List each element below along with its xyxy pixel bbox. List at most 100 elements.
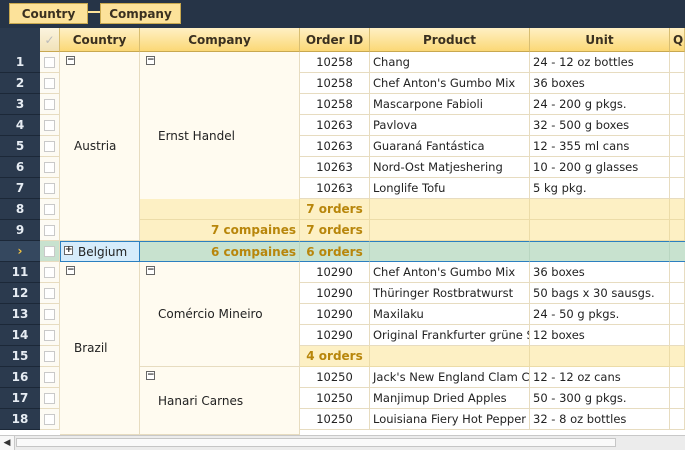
order-id-cell[interactable]: 10258 [300, 52, 370, 73]
row-number[interactable]: 17 [0, 388, 40, 409]
row-checkbox[interactable] [40, 262, 60, 283]
expand-icon[interactable]: + [64, 246, 73, 255]
product-cell[interactable]: Louisiana Fiery Hot Pepper Sauce [370, 409, 530, 430]
product-cell[interactable]: Guaraná Fantástica [370, 136, 530, 157]
collapse-icon[interactable]: − [146, 266, 155, 275]
unit-cell[interactable]: 12 - 355 ml cans [530, 136, 670, 157]
row-checkbox[interactable] [40, 220, 60, 241]
scrollbar-thumb[interactable] [16, 438, 616, 447]
product-cell[interactable]: Chef Anton's Gumbo Mix [370, 262, 530, 283]
quantity-cell[interactable] [670, 367, 685, 388]
quantity-cell[interactable] [670, 136, 685, 157]
order-id-cell[interactable]: 10250 [300, 388, 370, 409]
row-number[interactable]: 6 [0, 157, 40, 178]
order-id-cell[interactable]: 10250 [300, 367, 370, 388]
product-cell[interactable]: Thüringer Rostbratwurst [370, 283, 530, 304]
unit-cell[interactable]: 50 - 300 g pkgs. [530, 388, 670, 409]
row-checkbox[interactable] [40, 283, 60, 304]
row-checkbox[interactable] [40, 199, 60, 220]
quantity-cell[interactable] [670, 157, 685, 178]
group-chip-company[interactable]: Company [100, 3, 181, 24]
unit-cell[interactable]: 50 bags x 30 sausgs. [530, 283, 670, 304]
row-checkbox[interactable] [40, 157, 60, 178]
order-id-cell[interactable]: 10263 [300, 115, 370, 136]
row-checkbox[interactable] [40, 409, 60, 430]
row-checkbox[interactable] [40, 73, 60, 94]
product-cell[interactable]: Chef Anton's Gumbo Mix [370, 73, 530, 94]
unit-cell[interactable]: 32 - 8 oz bottles [530, 409, 670, 430]
row-number[interactable]: 9 [0, 220, 40, 241]
horizontal-scrollbar[interactable]: ◀ [0, 435, 685, 450]
row-checkbox[interactable] [40, 367, 60, 388]
order-id-cell[interactable]: 10290 [300, 304, 370, 325]
row-number[interactable]: 1 [0, 52, 40, 73]
order-id-cell[interactable]: 10263 [300, 157, 370, 178]
order-id-cell[interactable]: 10263 [300, 136, 370, 157]
row-number[interactable]: 16 [0, 367, 40, 388]
selected-row-cell[interactable] [370, 241, 530, 262]
column-header-quantity[interactable]: Q [670, 28, 685, 52]
row-number[interactable]: 5 [0, 136, 40, 157]
collapse-icon[interactable]: − [146, 56, 155, 65]
unit-cell[interactable]: 12 - 12 oz cans [530, 367, 670, 388]
check-header-icon[interactable]: ✓ [40, 28, 60, 52]
row-number[interactable]: 13 [0, 304, 40, 325]
row-checkbox[interactable] [40, 241, 60, 262]
product-cell[interactable]: Pavlova [370, 115, 530, 136]
selected-row-cell[interactable] [530, 241, 670, 262]
product-cell[interactable]: Mascarpone Fabioli [370, 94, 530, 115]
row-checkbox[interactable] [40, 136, 60, 157]
quantity-cell[interactable] [670, 178, 685, 199]
order-id-cell[interactable]: 10290 [300, 262, 370, 283]
quantity-cell[interactable] [670, 52, 685, 73]
unit-cell[interactable]: 24 - 200 g pkgs. [530, 94, 670, 115]
order-id-cell[interactable]: 10290 [300, 325, 370, 346]
row-number[interactable]: 12 [0, 283, 40, 304]
unit-cell[interactable]: 36 boxes [530, 262, 670, 283]
quantity-cell[interactable] [670, 325, 685, 346]
unit-cell[interactable]: 5 kg pkg. [530, 178, 670, 199]
row-checkbox[interactable] [40, 304, 60, 325]
row-indicator-icon[interactable]: › [0, 241, 40, 262]
quantity-cell[interactable] [670, 409, 685, 430]
row-number[interactable]: 7 [0, 178, 40, 199]
row-checkbox[interactable] [40, 325, 60, 346]
column-header-country[interactable]: Country [60, 28, 140, 52]
row-number[interactable]: 14 [0, 325, 40, 346]
row-number[interactable]: 4 [0, 115, 40, 136]
row-checkbox[interactable] [40, 115, 60, 136]
scroll-left-icon[interactable]: ◀ [0, 436, 15, 450]
order-id-cell[interactable]: 10263 [300, 178, 370, 199]
unit-cell[interactable]: 12 boxes [530, 325, 670, 346]
row-number[interactable]: 8 [0, 199, 40, 220]
order-id-cell[interactable]: 10258 [300, 94, 370, 115]
row-number[interactable]: 15 [0, 346, 40, 367]
collapse-icon[interactable]: − [66, 56, 75, 65]
product-cell[interactable]: Jack's New England Clam Chowder [370, 367, 530, 388]
unit-cell[interactable]: 32 - 500 g boxes [530, 115, 670, 136]
row-checkbox[interactable] [40, 346, 60, 367]
quantity-cell[interactable] [670, 283, 685, 304]
column-header-company[interactable]: Company [140, 28, 300, 52]
row-number[interactable]: 3 [0, 94, 40, 115]
product-cell[interactable]: Longlife Tofu [370, 178, 530, 199]
column-header-unit[interactable]: Unit [530, 28, 670, 52]
product-cell[interactable]: Maxilaku [370, 304, 530, 325]
quantity-cell[interactable] [670, 115, 685, 136]
row-number[interactable]: 2 [0, 73, 40, 94]
order-id-cell[interactable]: 10250 [300, 409, 370, 430]
unit-cell[interactable]: 24 - 50 g pkgs. [530, 304, 670, 325]
product-cell[interactable]: Chang [370, 52, 530, 73]
row-number[interactable]: 18 [0, 409, 40, 430]
belgium-order-count[interactable]: 6 orders [300, 241, 370, 262]
row-checkbox[interactable] [40, 178, 60, 199]
belgium-company-count[interactable]: 6 compaines [140, 241, 300, 262]
group-chip-country[interactable]: Country [9, 3, 88, 24]
group-cell-belgium[interactable]: + Belgium [60, 241, 140, 262]
row-number[interactable]: 11 [0, 262, 40, 283]
product-cell[interactable]: Nord-Ost Matjeshering [370, 157, 530, 178]
selected-row-cell[interactable] [670, 241, 685, 262]
product-cell[interactable]: Manjimup Dried Apples [370, 388, 530, 409]
order-id-cell[interactable]: 10290 [300, 283, 370, 304]
column-header-order-id[interactable]: Order ID [300, 28, 370, 52]
